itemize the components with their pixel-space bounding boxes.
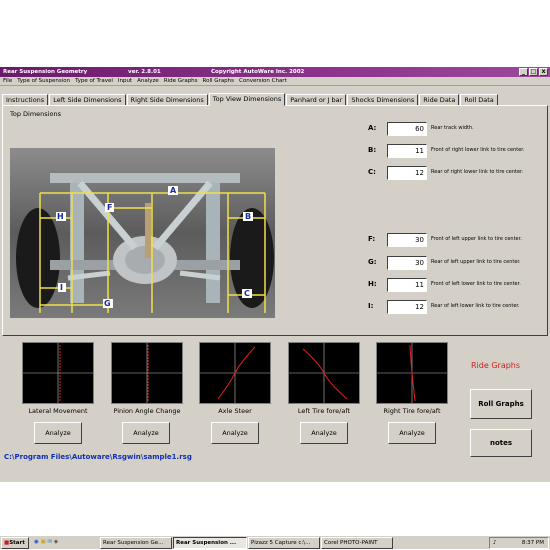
field-c-desc: Rear of right lower link to tire center. bbox=[431, 169, 524, 175]
analyze-axle-steer-button[interactable]: Analyze bbox=[211, 422, 259, 444]
label-h: H bbox=[57, 212, 64, 221]
graph-left-tire-fore-aft-caption: Left Tire fore/aft bbox=[297, 407, 351, 415]
quick-launch: ◉ ▣ ✉ ◈ bbox=[32, 537, 98, 549]
menu-type-of-suspension[interactable]: Type of Suspension bbox=[17, 77, 70, 85]
notes-button[interactable]: notes bbox=[470, 429, 532, 457]
tab-top-view-dimensions[interactable]: Top View Dimensions bbox=[208, 93, 286, 106]
analyze-pinion-angle-change-button[interactable]: Analyze bbox=[122, 422, 170, 444]
taskbar: ■Start ◉ ▣ ✉ ◈ Rear Suspension Ge... Rea… bbox=[0, 535, 550, 549]
menu-analyze[interactable]: Analyze bbox=[137, 77, 159, 85]
field-g-desc: Rear of left upper link to tire center. bbox=[431, 259, 521, 265]
graph-right-tire-fore-aft-caption: Right Tire fore/aft bbox=[383, 407, 441, 415]
taskbar-item-pizazz-capture[interactable]: Pizazz 5 Capture c:\... bbox=[248, 537, 320, 549]
menu-roll-graphs[interactable]: Roll Graphs bbox=[203, 77, 234, 85]
app-window: Rear Suspension Geometry ver. 2.8.01 Cop… bbox=[0, 67, 550, 549]
label-g: G bbox=[104, 299, 111, 308]
app-icon[interactable]: ◈ bbox=[54, 539, 58, 545]
field-f-label: F: bbox=[368, 235, 376, 243]
explorer-icon[interactable]: ▣ bbox=[41, 539, 46, 545]
file-path: C:\Program Files\Autoware\Rsgwin\sample1… bbox=[4, 453, 192, 461]
field-b-desc: Front of right lower link to tire center… bbox=[431, 147, 525, 153]
title-bar[interactable]: Rear Suspension Geometry ver. 2.8.01 Cop… bbox=[0, 67, 550, 77]
field-b-input[interactable]: 11 bbox=[387, 144, 427, 158]
app-version: ver. 2.8.01 bbox=[128, 69, 161, 75]
label-i: I bbox=[60, 283, 63, 292]
graph-right-tire-fore-aft-plot bbox=[377, 343, 447, 403]
graphs-area: Lateral Movement Analyze Pinion Angle Ch… bbox=[0, 337, 550, 457]
field-g-input[interactable]: 30 bbox=[387, 256, 427, 270]
suspension-diagram: A F H B I G C bbox=[10, 148, 275, 318]
graph-right-tire-fore-aft[interactable] bbox=[376, 342, 448, 404]
field-a-desc: Rear track width. bbox=[431, 125, 474, 131]
field-h-desc: Front of left lower link to tire center. bbox=[431, 281, 521, 287]
ride-graphs-title: Ride Graphs bbox=[471, 361, 521, 370]
maximize-button[interactable]: □ bbox=[529, 68, 538, 76]
analyze-left-tire-fore-aft-button[interactable]: Analyze bbox=[300, 422, 348, 444]
field-c-input[interactable]: 12 bbox=[387, 166, 427, 180]
graph-axle-steer[interactable] bbox=[199, 342, 271, 404]
taskbar-item-rear-suspension-1[interactable]: Rear Suspension Ge... bbox=[100, 537, 172, 549]
field-b-label: B: bbox=[368, 146, 377, 154]
graph-pinion-angle-change-plot bbox=[112, 343, 182, 403]
outlook-icon[interactable]: ✉ bbox=[48, 539, 53, 545]
field-i-label: I: bbox=[368, 302, 374, 310]
field-i-desc: Rear of left lower link to tire center. bbox=[431, 303, 520, 309]
field-a-label: A: bbox=[368, 124, 377, 132]
graph-left-tire-fore-aft[interactable] bbox=[288, 342, 360, 404]
field-i-input[interactable]: 12 bbox=[387, 300, 427, 314]
menu-type-of-travel[interactable]: Type of Travel bbox=[75, 77, 113, 85]
menu-ride-graphs[interactable]: Ride Graphs bbox=[164, 77, 198, 85]
graph-axle-steer-caption: Axle Steer bbox=[218, 407, 252, 415]
menu-file[interactable]: File bbox=[3, 77, 12, 85]
group-label: Top Dimensions bbox=[10, 110, 61, 118]
close-button[interactable]: x bbox=[539, 68, 548, 76]
analyze-right-tire-fore-aft-button[interactable]: Analyze bbox=[388, 422, 436, 444]
field-f-desc: Front of left upper link to tire center. bbox=[431, 236, 522, 242]
graph-pinion-angle-change-caption: Pinion Angle Change bbox=[113, 407, 181, 415]
field-h-label: H: bbox=[368, 280, 377, 288]
graph-lateral-movement-caption: Lateral Movement bbox=[28, 407, 88, 415]
graph-lateral-movement[interactable] bbox=[22, 342, 94, 404]
graph-lateral-movement-plot bbox=[23, 343, 93, 403]
clock: 8:37 PM bbox=[521, 540, 544, 546]
graph-pinion-angle-change[interactable] bbox=[111, 342, 183, 404]
analyze-lateral-movement-button[interactable]: Analyze bbox=[34, 422, 82, 444]
label-b: B bbox=[245, 212, 251, 221]
app-title: Rear Suspension Geometry bbox=[3, 69, 88, 75]
label-a: A bbox=[170, 186, 177, 195]
graph-left-tire-fore-aft-plot bbox=[289, 343, 359, 403]
field-a-input[interactable]: 60 bbox=[387, 122, 427, 136]
menu-input[interactable]: Input bbox=[118, 77, 132, 85]
suspension-photo: A F H B I G C bbox=[10, 148, 275, 318]
field-c-label: C: bbox=[368, 168, 376, 176]
ie-icon[interactable]: ◉ bbox=[34, 539, 39, 545]
field-f-input[interactable]: 30 bbox=[387, 233, 427, 247]
system-tray: ♪ 8:37 PM bbox=[489, 537, 549, 549]
minimize-button[interactable]: _ bbox=[519, 68, 528, 76]
menu-conversion-chart[interactable]: Conversion Chart bbox=[239, 77, 287, 85]
speaker-icon[interactable]: ♪ bbox=[493, 540, 497, 546]
menu-bar: File Type of Suspension Type of Travel I… bbox=[0, 77, 550, 86]
field-g-label: G: bbox=[368, 258, 377, 266]
start-button[interactable]: ■Start bbox=[1, 537, 29, 549]
roll-graphs-button[interactable]: Roll Graphs bbox=[470, 389, 532, 419]
taskbar-item-corel-photo-paint[interactable]: Corel PHOTO-PAINT bbox=[321, 537, 393, 549]
graph-axle-steer-plot bbox=[200, 343, 270, 403]
field-h-input[interactable]: 11 bbox=[387, 278, 427, 292]
app-copyright: Copyright AutoWare Inc. 2002 bbox=[211, 69, 305, 75]
label-c: C bbox=[244, 289, 250, 298]
label-f: F bbox=[107, 203, 112, 212]
taskbar-item-rear-suspension-2[interactable]: Rear Suspension ... bbox=[173, 537, 247, 549]
